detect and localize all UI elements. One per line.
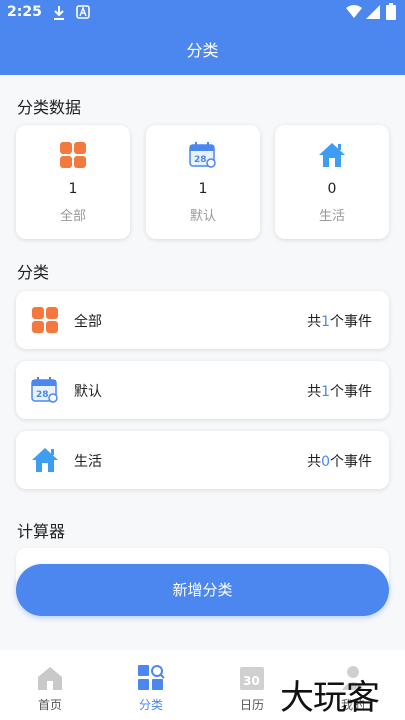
stat-label: 生活 — [318, 209, 345, 224]
stat-card-default[interactable]: 28 1 默认 — [146, 125, 260, 239]
nav-label: 分类 — [138, 698, 163, 712]
status-bar: 2:25 — [0, 0, 405, 27]
grid-icon — [60, 142, 86, 168]
stat-count: 0 — [327, 181, 337, 197]
svg-text:28: 28 — [194, 155, 207, 165]
category-event-count: 共0个事件 — [307, 454, 372, 470]
stat-count: 1 — [68, 181, 78, 197]
stat-label: 全部 — [59, 209, 86, 224]
stat-card-all[interactable]: 1 全部 — [16, 125, 130, 239]
calculator-section-title: 计算器 — [17, 522, 66, 541]
home-nav-icon — [38, 667, 62, 690]
category-event-count: 共1个事件 — [307, 314, 372, 330]
calendar-icon: 28 — [189, 142, 216, 168]
nav-item-home[interactable]: 首页 — [0, 650, 100, 720]
nav-item-category[interactable]: 分类 — [101, 650, 201, 720]
app-bar: 分类 — [0, 27, 405, 75]
category-row-life[interactable]: 生活 共0个事件 — [16, 431, 389, 489]
stat-label: 默认 — [189, 209, 216, 224]
stat-count: 1 — [198, 181, 208, 197]
category-name: 默认 — [74, 384, 102, 400]
grid-icon — [32, 307, 58, 333]
battery-icon — [386, 3, 396, 20]
stat-card-life[interactable]: 0 生活 — [275, 125, 389, 239]
download-icon — [54, 6, 64, 20]
notification-a-icon — [76, 5, 90, 19]
watermark: 大玩客 — [280, 678, 380, 718]
svg-text:28: 28 — [36, 390, 49, 400]
category-nav-icon — [138, 665, 165, 690]
category-row-default[interactable]: 28 默认 共1个事件 — [16, 361, 389, 419]
calendar-nav-icon: 30 — [240, 667, 264, 690]
wifi-icon — [346, 5, 362, 18]
signal-icon — [366, 5, 380, 19]
add-category-button[interactable]: 新增分类 — [16, 564, 389, 616]
category-event-count: 共1个事件 — [307, 384, 372, 400]
svg-text:30: 30 — [243, 674, 260, 688]
status-time: 2:25 — [7, 4, 42, 20]
page-title: 分类 — [186, 41, 219, 60]
home-icon — [32, 448, 58, 472]
nav-label: 首页 — [37, 698, 62, 712]
home-icon — [319, 143, 345, 167]
category-row-all[interactable]: 全部 共1个事件 — [16, 291, 389, 349]
stats-section-title: 分类数据 — [17, 98, 82, 117]
category-name: 生活 — [74, 454, 102, 470]
categories-section-title: 分类 — [17, 263, 50, 282]
calendar-icon: 28 — [31, 377, 58, 403]
category-name: 全部 — [74, 314, 102, 330]
